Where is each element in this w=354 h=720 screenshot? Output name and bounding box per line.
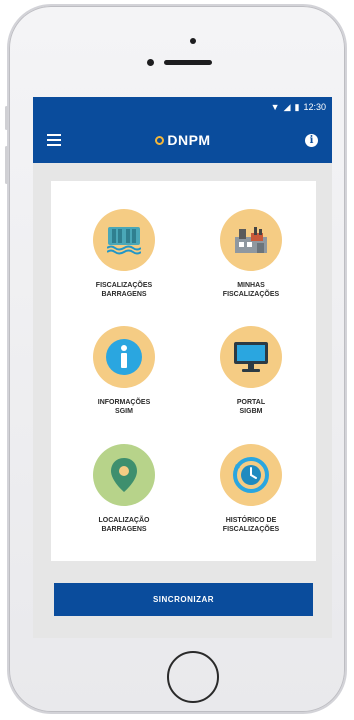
speaker-grille (164, 60, 212, 65)
tile-label-line1: PORTAL (236, 399, 266, 406)
logo-text: DNPM (167, 132, 211, 148)
tile-label-line1: HISTÓRICO DE (225, 517, 277, 524)
signal-icon: ◢ (283, 101, 291, 112)
info-circle-icon (93, 326, 155, 388)
tile-label: PORTAL SIGBM (196, 398, 306, 416)
tile-label-line2: BARRAGENS (101, 291, 147, 298)
tile-label: HISTÓRICO DE FISCALIZAÇÕES (196, 516, 306, 534)
tile-historico-fiscalizacoes[interactable]: HISTÓRICO DE FISCALIZAÇÕES (196, 444, 306, 534)
menu-icon[interactable] (47, 134, 61, 146)
logo-ring-icon (155, 135, 165, 145)
status-bar: ▼ ◢ ▮ 12:30 (33, 97, 332, 117)
tile-label-line2: FISCALIZAÇÕES (222, 291, 280, 298)
tile-portal-sigbm[interactable]: PORTAL SIGBM (196, 326, 306, 416)
tile-informacoes-sgim[interactable]: INFORMAÇÕES SGIM (69, 326, 179, 416)
side-button (5, 146, 8, 184)
wifi-icon: ▼ (270, 102, 280, 112)
tile-label-line2: FISCALIZAÇÕES (222, 526, 280, 533)
front-camera (190, 38, 196, 44)
tile-label-line1: FISCALIZAÇÕES (95, 282, 153, 289)
camera-sensor (147, 59, 154, 66)
tile-label-line1: INFORMAÇÕES (97, 399, 151, 406)
tile-minhas-fiscalizacoes[interactable]: MINHAS FISCALIZAÇÕES (196, 209, 306, 299)
history-icon (220, 444, 282, 506)
tile-fiscalizacoes-barragens[interactable]: FISCALIZAÇÕES BARRAGENS (69, 209, 179, 299)
home-button[interactable] (167, 651, 219, 703)
app-bar: DNPM i (33, 117, 332, 163)
battery-icon: ▮ (294, 101, 300, 112)
tile-label-line2: SIGBM (239, 408, 263, 415)
tile-label-line1: MINHAS (237, 282, 265, 289)
tile-label-line2: SGIM (115, 408, 133, 415)
status-time: 12:30 (303, 102, 326, 112)
app-screen: ▼ ◢ ▮ 12:30 DNPM i FISCALIZAÇÕES BARRAGE… (33, 97, 332, 638)
tile-label: FISCALIZAÇÕES BARRAGENS (69, 281, 179, 299)
tile-localizacao-barragens[interactable]: LOCALIZAÇÃO BARRAGENS (69, 444, 179, 534)
map-pin-icon (93, 444, 155, 506)
info-icon[interactable]: i (304, 133, 318, 147)
dam-icon (93, 209, 155, 271)
monitor-icon (220, 326, 282, 388)
side-button (5, 106, 8, 130)
tile-label: MINHAS FISCALIZAÇÕES (196, 281, 306, 299)
sync-button[interactable]: SINCRONIZAR (54, 583, 313, 616)
app-logo: DNPM (155, 132, 210, 148)
factory-icon (220, 209, 282, 271)
tile-label-line2: BARRAGENS (101, 526, 147, 533)
tile-label: INFORMAÇÕES SGIM (69, 398, 179, 416)
menu-card: FISCALIZAÇÕES BARRAGENS MINHAS FISCALIZA… (51, 181, 316, 561)
tile-label: LOCALIZAÇÃO BARRAGENS (69, 516, 179, 534)
tile-label-line1: LOCALIZAÇÃO (98, 517, 150, 524)
